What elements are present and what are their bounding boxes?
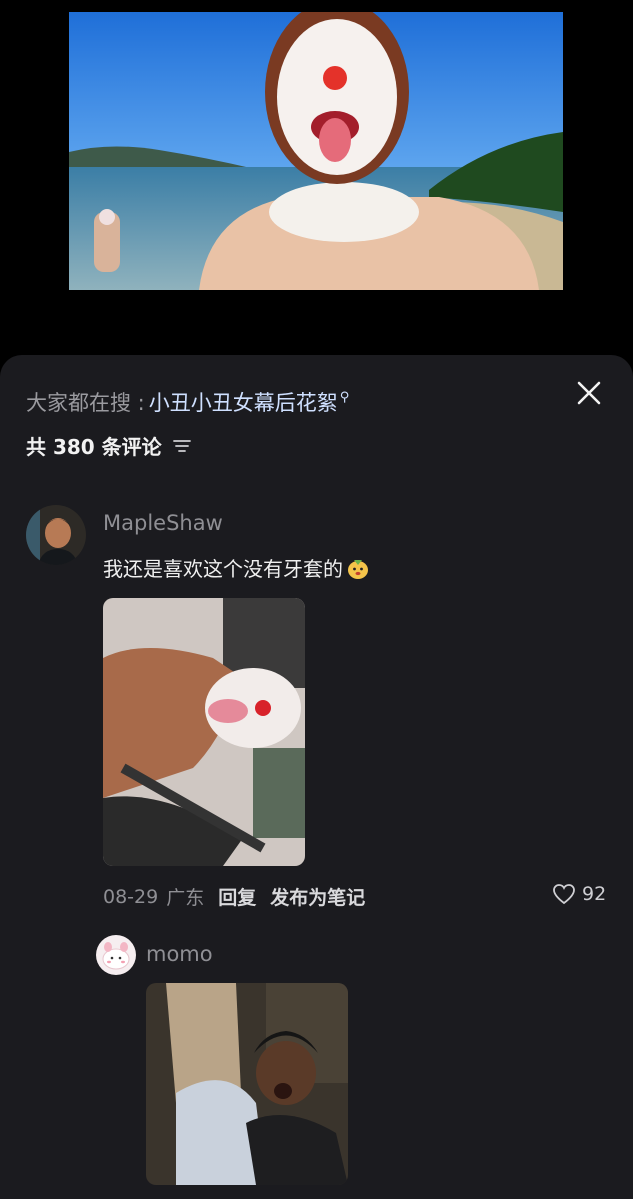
close-icon[interactable]	[573, 377, 605, 409]
sort-icon[interactable]	[172, 438, 192, 454]
reply-button[interactable]: 回复	[218, 883, 256, 910]
publish-as-note-button[interactable]: 发布为笔记	[270, 883, 365, 910]
avatar[interactable]	[26, 505, 86, 565]
comment-username[interactable]: MapleShaw	[103, 511, 223, 535]
comment-date: 08-29	[103, 885, 159, 908]
heart-icon	[553, 884, 575, 905]
trending-search[interactable]: 大家都在搜 : 小丑小丑女幕后花絮 ⚲	[26, 387, 349, 417]
reply-username[interactable]: momo	[146, 942, 213, 966]
like-count: 92	[582, 883, 607, 905]
reply-image[interactable]	[146, 983, 348, 1185]
emoji-icon	[348, 559, 368, 579]
like-button[interactable]: 92	[552, 883, 606, 905]
video-frame-image	[69, 12, 563, 290]
comment-count: 共 380 条评论	[26, 435, 162, 459]
trending-search-prefix: 大家都在搜 :	[26, 391, 145, 415]
comment-sheet: 大家都在搜 : 小丑小丑女幕后花絮 ⚲ 共 380 条评论 MapleShaw …	[0, 355, 633, 1199]
comment-count-row: 共 380 条评论	[26, 431, 192, 460]
video-preview[interactable]	[69, 12, 563, 290]
comment-text: 我还是喜欢这个没有牙套的	[103, 553, 370, 582]
comment-location: 广东	[166, 887, 205, 909]
comment-image[interactable]	[103, 598, 305, 866]
comment-text-body: 我还是喜欢这个没有牙套的	[103, 557, 343, 581]
avatar[interactable]	[96, 935, 136, 975]
search-icon: ⚲	[339, 389, 350, 405]
comment-meta: 08-29 广东 回复 发布为笔记	[103, 883, 365, 910]
trending-search-keyword[interactable]: 小丑小丑女幕后花絮	[149, 387, 338, 417]
